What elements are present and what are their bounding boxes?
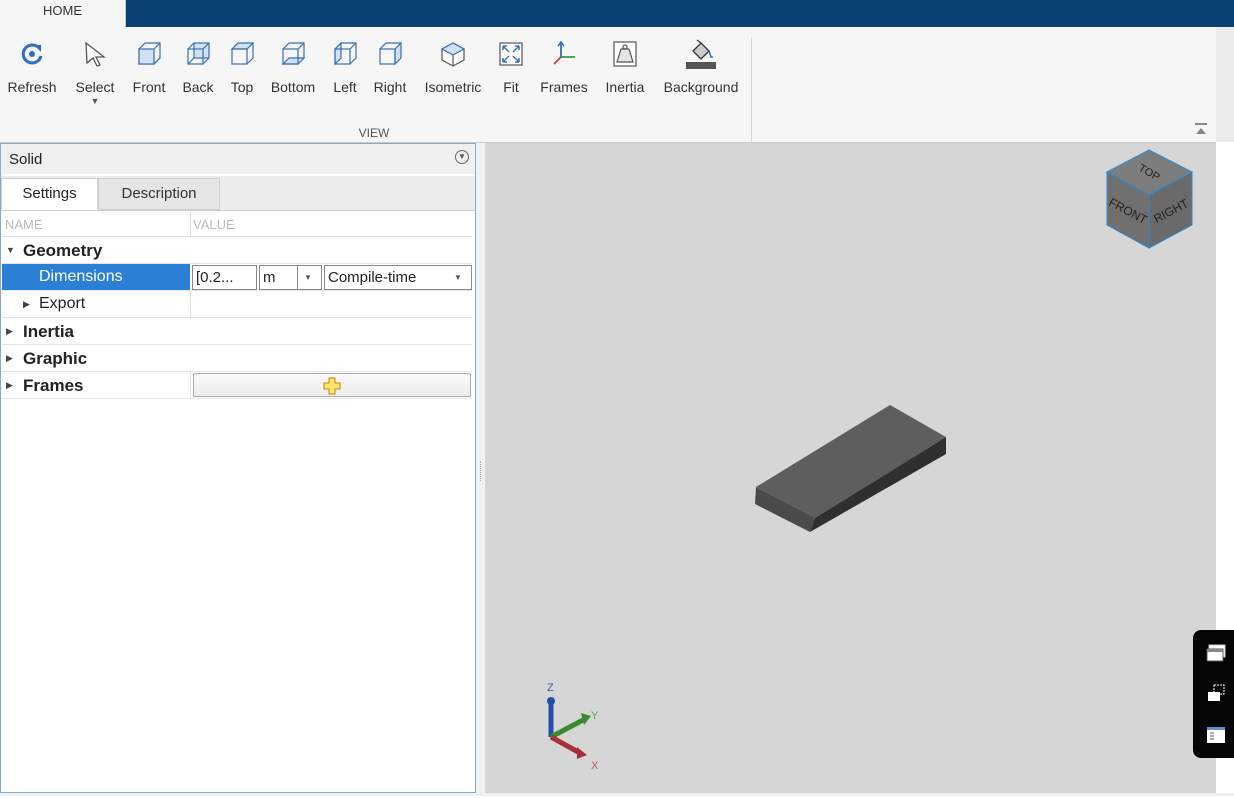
select-button[interactable]: Select ▼ — [70, 37, 120, 117]
isometric-label: Isometric — [424, 79, 482, 95]
fit-button[interactable]: Fit — [493, 37, 529, 117]
frames-row[interactable]: ▶ Frames — [2, 372, 472, 399]
chevron-down-icon[interactable]: ▼ — [91, 97, 100, 106]
left-view-icon — [328, 37, 362, 71]
z-axis-label: Z — [547, 682, 554, 694]
x-axis-label: X — [591, 760, 599, 772]
inertia-icon — [608, 37, 642, 71]
tab-settings[interactable]: Settings — [1, 178, 98, 210]
tab-home[interactable]: HOME — [0, 0, 126, 28]
expand-right-icon[interactable]: ▶ — [6, 326, 13, 337]
dimensions-value-field[interactable]: [0.2... — [192, 265, 257, 290]
right-view-button[interactable]: Right — [369, 37, 411, 117]
export-label: Export — [39, 295, 86, 312]
mode-value: Compile-time — [328, 269, 417, 286]
unit-value: m — [263, 269, 276, 286]
panel-tabs: Settings Description — [1, 176, 475, 211]
view-group-label: VIEW — [358, 126, 390, 140]
front-label: Front — [132, 79, 166, 95]
inertia-label: Inertia — [23, 322, 75, 341]
panel-splitter[interactable] — [476, 143, 485, 795]
top-view-icon — [225, 37, 259, 71]
top-view-button[interactable]: Top — [223, 37, 261, 117]
expand-right-icon[interactable]: ▶ — [23, 299, 30, 310]
unit-dropdown[interactable]: m — [259, 265, 322, 290]
expand-down-icon[interactable]: ▼ — [6, 245, 15, 255]
frames-button[interactable]: Frames — [536, 37, 592, 117]
right-view-icon — [373, 37, 407, 71]
front-view-icon — [132, 37, 166, 71]
panel-header: Solid ▼ — [1, 144, 475, 174]
top-label: Top — [230, 79, 254, 95]
ribbon-separator — [751, 37, 752, 141]
axis-triad: Z Y X — [547, 682, 599, 772]
left-label: Left — [333, 79, 357, 95]
y-axis-label: Y — [591, 710, 599, 722]
select-arrow-icon — [78, 37, 112, 71]
inertia-button[interactable]: Inertia — [601, 37, 649, 117]
frames-icon — [547, 37, 581, 71]
background-label: Background — [663, 79, 739, 95]
property-panel-icon[interactable] — [1205, 724, 1227, 746]
solid-property-panel: Solid ▼ Settings Description NAME VALUE … — [0, 143, 476, 793]
collapse-ribbon-icon[interactable] — [1192, 122, 1210, 136]
panel-title: Solid — [9, 151, 43, 168]
background-bucket-icon — [684, 37, 718, 71]
tab-description[interactable]: Description — [98, 178, 220, 210]
value-column-header: VALUE — [193, 217, 235, 232]
dimensions-label: Dimensions — [39, 268, 123, 285]
expand-right-icon[interactable]: ▶ — [6, 353, 13, 364]
frames-label: Frames — [540, 79, 588, 95]
chevron-down-icon[interactable]: ▼ — [454, 273, 462, 282]
3d-viewport[interactable]: TOP FRONT RIGHT Z Y X — [485, 143, 1216, 795]
geometry-row[interactable]: ▼ Geometry — [2, 237, 472, 264]
fit-label: Fit — [503, 79, 519, 95]
dock-panel-icon[interactable] — [1205, 682, 1227, 704]
window-layout-icon[interactable] — [1205, 642, 1227, 664]
chevron-down-icon[interactable]: ▼ — [304, 273, 312, 282]
refresh-label: Refresh — [7, 79, 57, 95]
isometric-view-button[interactable]: Isometric — [420, 37, 486, 117]
solid-block — [755, 405, 946, 532]
frames-label: Frames — [23, 376, 84, 395]
refresh-icon — [15, 37, 49, 71]
grid-header: NAME VALUE — [2, 212, 472, 237]
ribbon-edge — [1216, 27, 1234, 142]
expand-right-icon[interactable]: ▶ — [6, 380, 13, 391]
scene-canvas[interactable]: TOP FRONT RIGHT Z Y X — [485, 143, 1216, 795]
left-view-button[interactable]: Left — [326, 37, 364, 117]
ribbon-toolbar: Refresh Select ▼ Front Back Top Bottom L… — [0, 27, 1216, 143]
panel-menu-icon[interactable]: ▼ — [455, 150, 469, 164]
title-bar — [0, 0, 1234, 27]
inertia-row[interactable]: ▶ Inertia — [2, 318, 472, 345]
right-label: Right — [373, 79, 407, 95]
graphic-row[interactable]: ▶ Graphic — [2, 345, 472, 372]
refresh-button[interactable]: Refresh — [4, 37, 60, 117]
front-view-button[interactable]: Front — [127, 37, 171, 117]
view-cube[interactable]: TOP FRONT RIGHT — [1105, 149, 1194, 249]
export-row[interactable]: ▶ Export — [2, 291, 472, 318]
add-frame-button[interactable] — [193, 373, 471, 397]
dimensions-row[interactable]: Dimensions [0.2... m ▼ Compile-time ▼ — [2, 264, 472, 291]
select-label: Select — [75, 79, 115, 95]
fit-icon — [494, 37, 528, 71]
back-view-icon — [181, 37, 215, 71]
back-label: Back — [182, 79, 214, 95]
bottom-view-button[interactable]: Bottom — [266, 37, 320, 117]
floating-toolbar — [1193, 630, 1234, 758]
inertia-label: Inertia — [605, 79, 645, 95]
parameterization-dropdown[interactable]: Compile-time — [324, 265, 472, 290]
background-button[interactable]: Background — [658, 37, 744, 117]
plus-icon — [323, 377, 341, 395]
bottom-view-icon — [276, 37, 310, 71]
isometric-view-icon — [436, 37, 470, 71]
geometry-label: Geometry — [23, 241, 103, 260]
graphic-label: Graphic — [23, 349, 88, 368]
bottom-label: Bottom — [270, 79, 316, 95]
name-column-header: NAME — [5, 217, 43, 232]
back-view-button[interactable]: Back — [177, 37, 219, 117]
